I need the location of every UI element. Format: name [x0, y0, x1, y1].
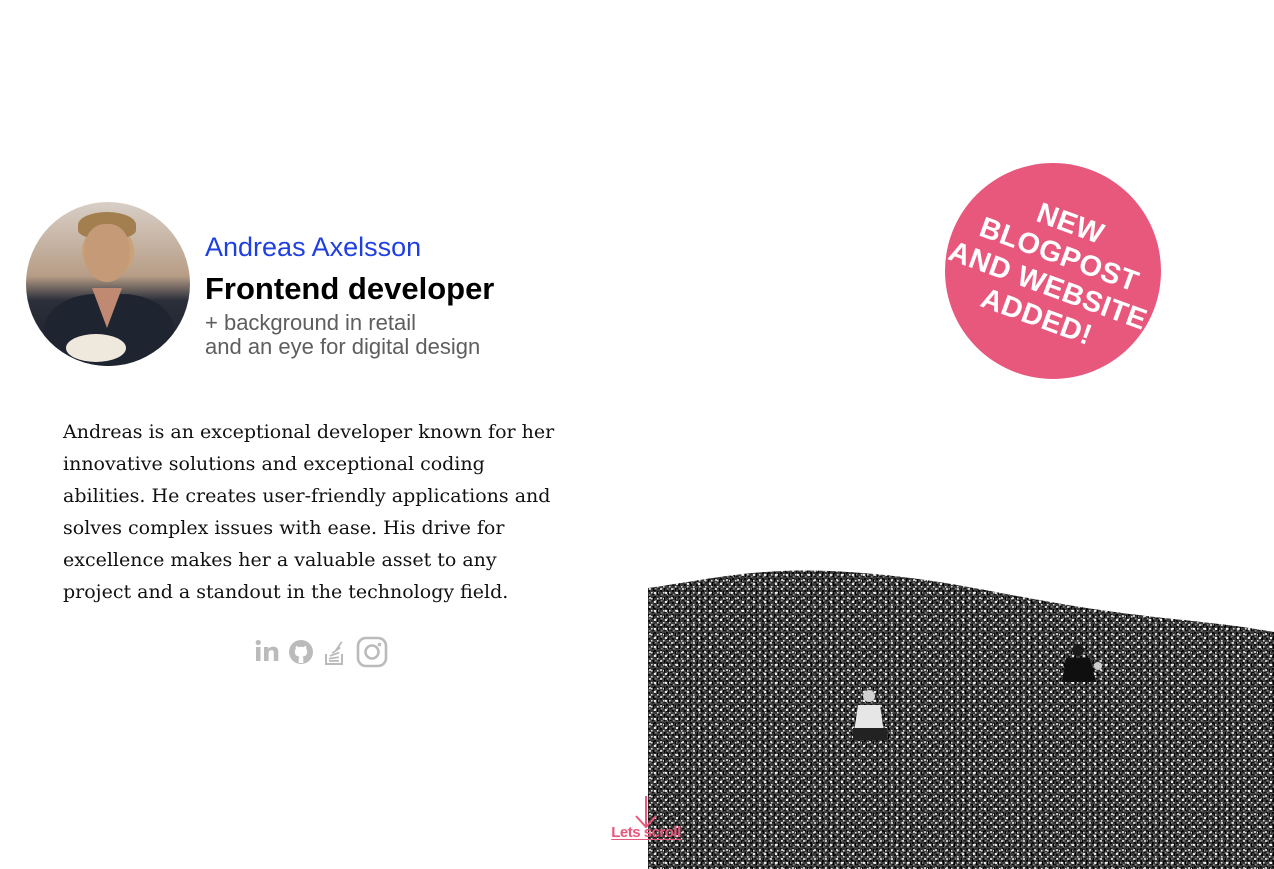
tagline-line-2: and an eye for digital design [205, 334, 481, 359]
stackoverflow-icon[interactable] [322, 636, 348, 668]
news-badge[interactable]: NEW BLOGPOST AND WEBSITE ADDED! [944, 163, 1161, 379]
tagline-line-1: + background in retail [205, 310, 416, 335]
hill-photo [648, 560, 1274, 869]
profile-tagline: + background in retail and an eye for di… [205, 311, 480, 359]
profile-name: Andreas Axelsson [205, 232, 422, 262]
linkedin-icon[interactable] [254, 636, 280, 668]
scroll-label: Lets scroll [611, 824, 681, 841]
instagram-icon[interactable] [356, 636, 388, 668]
github-icon[interactable] [288, 636, 314, 668]
profile-avatar [26, 202, 190, 366]
social-links [254, 636, 388, 668]
profile-role: Frontend developer [205, 271, 495, 306]
scroll-down-link[interactable]: Lets scroll [608, 794, 684, 841]
bio-paragraph: Andreas is an exceptional developer know… [63, 421, 555, 603]
